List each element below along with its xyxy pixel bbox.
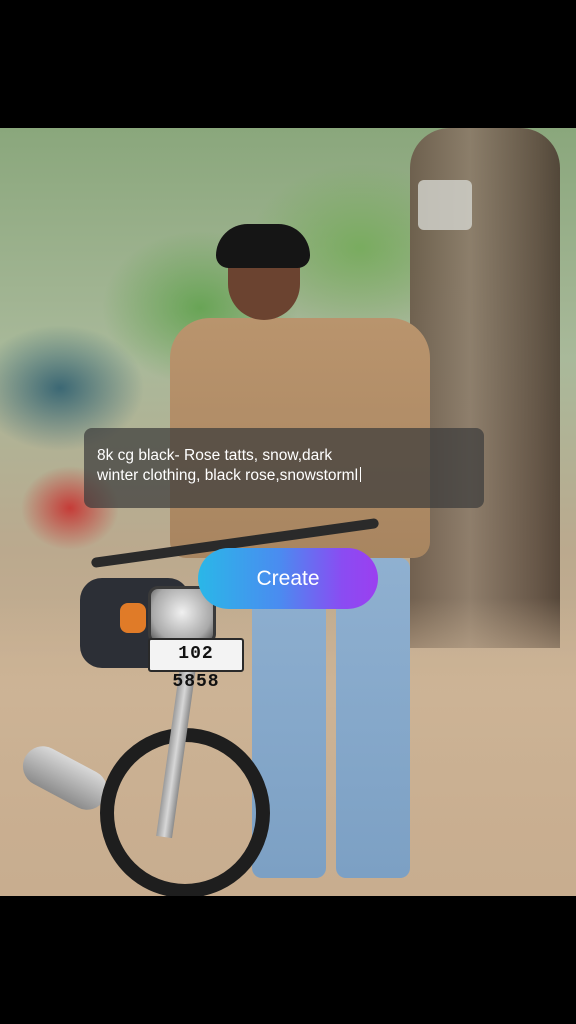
prompt-text: 8k cg black- Rose tatts, snow,dark winte… [97, 447, 359, 484]
generated-photo: 102 5858 [0, 128, 576, 896]
tree-tag [418, 180, 472, 230]
front-wheel [100, 728, 270, 896]
prompt-input[interactable]: 8k cg black- Rose tatts, snow,dark winte… [84, 428, 484, 508]
text-cursor [360, 467, 362, 482]
turn-indicator [120, 603, 146, 633]
app-screen: 102 5858 8k cg black- Rose tatts, snow,d… [0, 0, 576, 1024]
hair [216, 224, 310, 268]
create-button[interactable]: Create [198, 548, 378, 609]
license-plate: 102 5858 [148, 638, 244, 692]
